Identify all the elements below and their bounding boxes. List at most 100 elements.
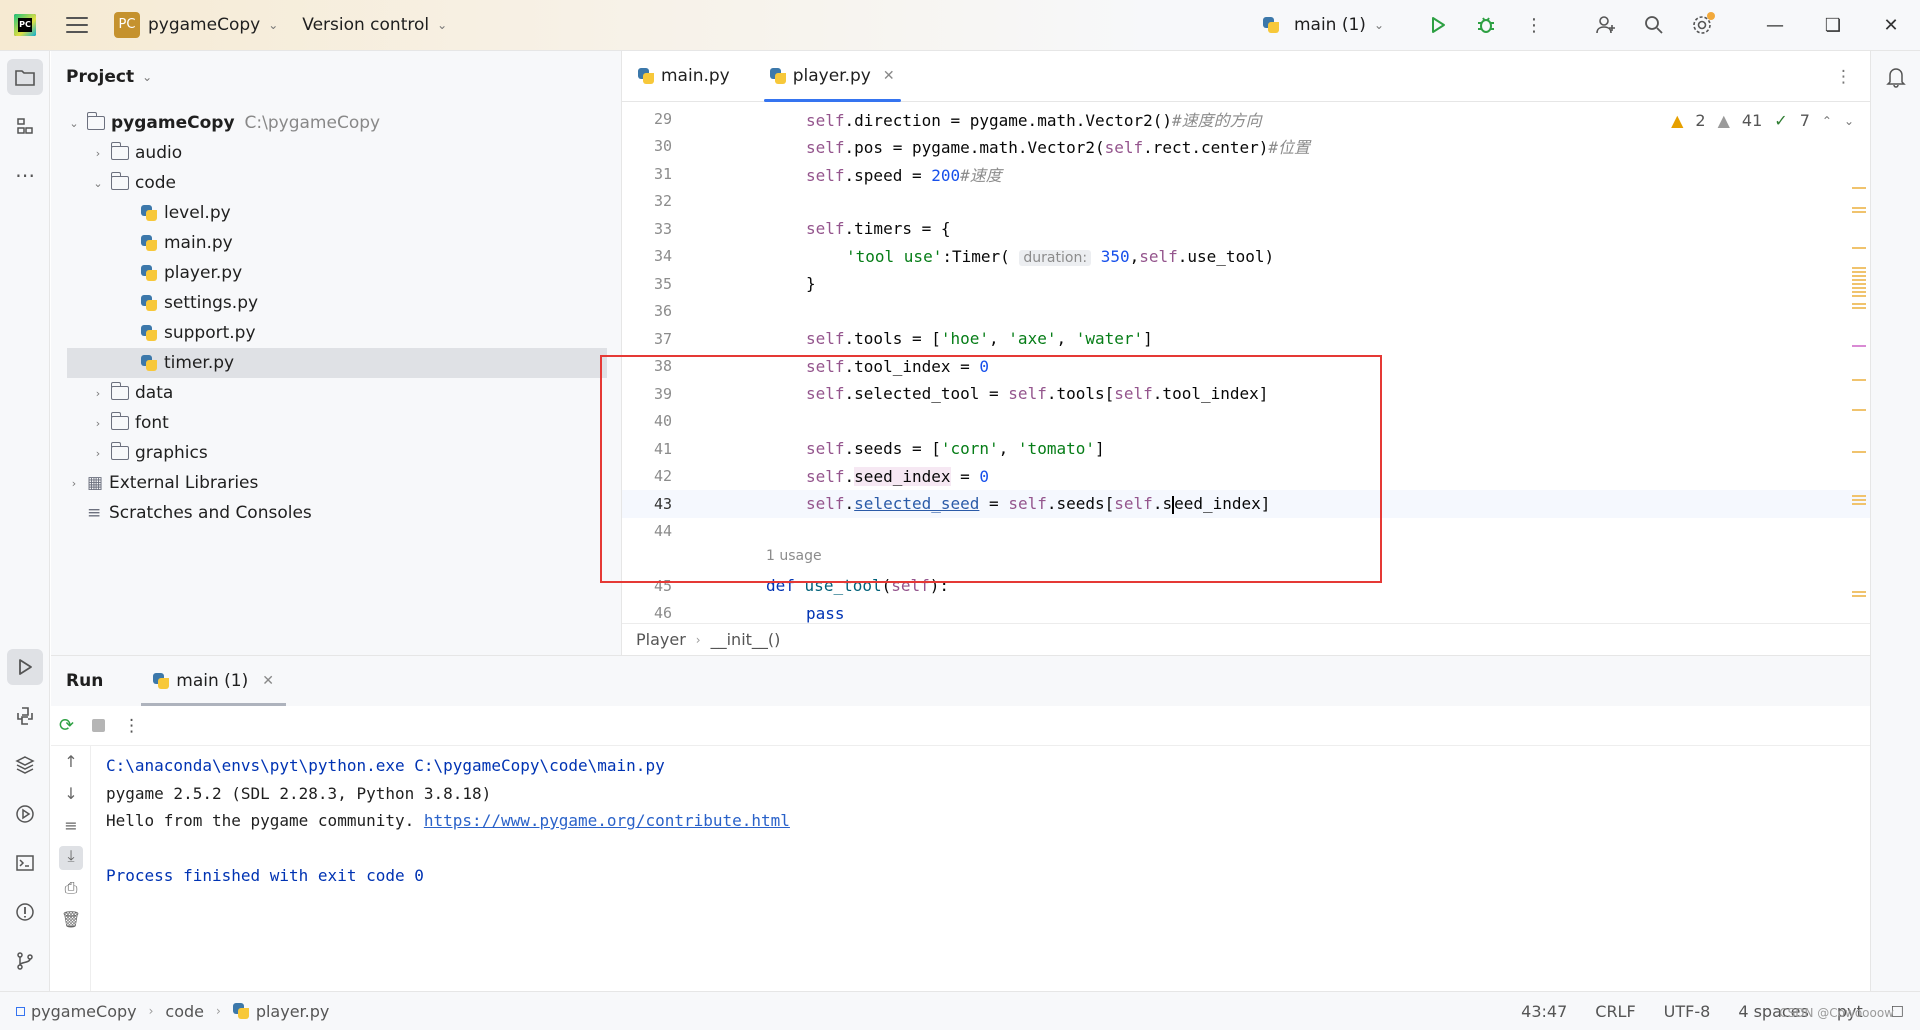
- close-tab-icon[interactable]: ✕: [883, 68, 895, 84]
- python-icon: [1262, 17, 1279, 33]
- usage-hint[interactable]: 1 usage: [766, 548, 822, 564]
- tree-folder-graphics[interactable]: › graphics: [51, 438, 616, 468]
- problems-icon[interactable]: [7, 894, 43, 930]
- folder-icon: [110, 172, 129, 190]
- tab-main-py[interactable]: main.py: [622, 51, 746, 101]
- tab-player-py[interactable]: player.py ✕: [754, 51, 911, 102]
- run-icon[interactable]: [1426, 13, 1450, 37]
- weak-warning-icon: ▲: [1717, 111, 1730, 130]
- debug-icon[interactable]: [1474, 13, 1498, 37]
- code-line: 34 'tool use':Timer( duration: 350,self.…: [622, 243, 1870, 271]
- soft-wrap-icon[interactable]: ≡: [59, 816, 83, 840]
- chevron-up-icon[interactable]: ⌃: [1822, 114, 1832, 128]
- editor-breadcrumb: Player › __init__(): [622, 623, 1870, 655]
- scroll-to-end-icon[interactable]: ⤓: [59, 846, 83, 870]
- tree-file-settings-py[interactable]: settings.py: [51, 288, 616, 318]
- caret-position[interactable]: 43:47: [1521, 1002, 1567, 1021]
- code-line: 39 self.selected_tool = self.tools[self.…: [622, 380, 1870, 408]
- chevron-right-icon[interactable]: ›: [91, 417, 105, 430]
- chevron-down-icon[interactable]: ⌄: [67, 117, 81, 130]
- arrow-down-icon[interactable]: ↓: [59, 784, 83, 808]
- close-window-button[interactable]: ✕: [1862, 15, 1920, 36]
- services-icon[interactable]: [7, 796, 43, 832]
- main-menu-icon[interactable]: [66, 17, 88, 33]
- chevron-right-icon[interactable]: ›: [67, 477, 81, 490]
- code-line-current: 43 self.selected_seed = self.seeds[self.…: [622, 490, 1870, 518]
- chevron-right-icon[interactable]: ›: [91, 147, 105, 160]
- chevron-down-icon[interactable]: ⌄: [142, 70, 152, 84]
- git-branch-icon[interactable]: [7, 943, 43, 979]
- minimize-window-button[interactable]: —: [1746, 15, 1804, 36]
- rerun-icon[interactable]: ⟳: [59, 715, 74, 736]
- more-tool-windows-icon[interactable]: ⋯: [7, 157, 43, 193]
- tree-file-level-py[interactable]: level.py: [51, 198, 616, 228]
- tab-options-icon[interactable]: ⋮: [1835, 67, 1852, 87]
- tree-file-main-py[interactable]: main.py: [51, 228, 616, 258]
- chevron-down-icon[interactable]: ⌄: [268, 18, 278, 32]
- console-line: C:\anaconda\envs\pyt\python.exe C:\pygam…: [106, 756, 665, 775]
- more-actions-icon[interactable]: ⋮: [123, 716, 140, 736]
- tree-folder-code[interactable]: ⌄ code: [51, 168, 616, 198]
- python-packages-icon[interactable]: [7, 747, 43, 783]
- chevron-right-icon[interactable]: ›: [91, 387, 105, 400]
- console-output[interactable]: C:\anaconda\envs\pyt\python.exe C:\pygam…: [106, 752, 790, 890]
- error-stripe[interactable]: [1848, 107, 1870, 627]
- breadcrumb-class[interactable]: Player: [636, 630, 686, 649]
- print-icon[interactable]: ⎙: [59, 878, 83, 902]
- tree-file-support-py[interactable]: support.py: [51, 318, 616, 348]
- tree-item-label: main.py: [164, 233, 233, 253]
- more-actions-icon[interactable]: ⋮: [1522, 13, 1546, 37]
- add-user-icon[interactable]: [1594, 13, 1618, 37]
- tree-item-label: graphics: [135, 443, 208, 463]
- project-panel-header[interactable]: Project ⌄: [51, 51, 621, 103]
- notifications-bell-icon[interactable]: [1878, 59, 1914, 95]
- project-switcher[interactable]: pygameCopy: [148, 15, 260, 35]
- version-control-menu[interactable]: Version control: [302, 15, 429, 35]
- status-crumb-folder[interactable]: code: [165, 1002, 204, 1021]
- terminal-icon[interactable]: [7, 845, 43, 881]
- tree-item-label: code: [135, 173, 176, 193]
- code-line: 41 self.seeds = ['corn', 'tomato']: [622, 435, 1870, 463]
- file-encoding[interactable]: UTF-8: [1664, 1002, 1711, 1021]
- chevron-right-icon[interactable]: ›: [91, 447, 105, 460]
- project-folder-icon[interactable]: [7, 59, 43, 95]
- run-tab-main[interactable]: main (1) ✕: [141, 656, 286, 706]
- library-icon: ▦: [87, 473, 104, 493]
- stop-icon[interactable]: [92, 719, 106, 732]
- folder-icon: [86, 112, 105, 130]
- restore-window-button[interactable]: ❏: [1804, 15, 1862, 36]
- structure-icon[interactable]: [7, 108, 43, 144]
- tree-scratches[interactable]: ≡ Scratches and Consoles: [51, 498, 616, 528]
- tree-folder-font[interactable]: › font: [51, 408, 616, 438]
- tree-external-libraries[interactable]: › ▦ External Libraries: [51, 468, 616, 498]
- code-line: 33 self.timers = {: [622, 215, 1870, 243]
- settings-gear-icon[interactable]: [1690, 12, 1715, 37]
- tree-item-label: settings.py: [164, 293, 259, 313]
- code-area[interactable]: 29 self.direction = pygame.math.Vector2(…: [600, 103, 1870, 623]
- inspection-widget[interactable]: ▲ 2 ▲ 41 ✓ 7 ⌃ ⌄: [1671, 111, 1854, 130]
- trash-icon[interactable]: 🗑: [59, 910, 83, 934]
- console-line: Process finished with exit code 0: [106, 866, 424, 885]
- status-crumb-project[interactable]: pygameCopy: [31, 1002, 137, 1021]
- breadcrumb-method[interactable]: __init__(): [711, 630, 781, 649]
- project-badge[interactable]: PC: [114, 12, 140, 38]
- tree-root[interactable]: ⌄ pygameCopy C:\pygameCopy: [51, 108, 616, 138]
- code-line: 37 self.tools = ['hoe', 'axe', 'water']: [622, 325, 1870, 353]
- arrow-up-icon[interactable]: ↑: [59, 752, 83, 776]
- status-crumb-file[interactable]: player.py: [256, 1002, 330, 1021]
- tree-item-label: level.py: [164, 203, 231, 223]
- search-icon[interactable]: [1642, 13, 1666, 37]
- chevron-down-icon[interactable]: ⌄: [91, 177, 105, 190]
- run-config-selector[interactable]: main (1) ⌄: [1262, 15, 1384, 35]
- tree-file-timer-py[interactable]: timer.py: [67, 348, 607, 378]
- line-separator[interactable]: CRLF: [1595, 1002, 1635, 1021]
- pygame-contribute-link[interactable]: https://www.pygame.org/contribute.html: [424, 811, 790, 830]
- code-text: self.direction = pygame.math.Vector2()#速…: [806, 110, 1262, 130]
- run-tool-window-icon[interactable]: [7, 649, 43, 685]
- close-tab-icon[interactable]: ✕: [262, 673, 274, 689]
- tree-folder-data[interactable]: › data: [51, 378, 616, 408]
- tree-folder-audio[interactable]: › audio: [51, 138, 616, 168]
- chevron-down-icon[interactable]: ⌄: [437, 18, 447, 32]
- tree-file-player-py[interactable]: player.py: [51, 258, 616, 288]
- python-console-icon[interactable]: [7, 698, 43, 734]
